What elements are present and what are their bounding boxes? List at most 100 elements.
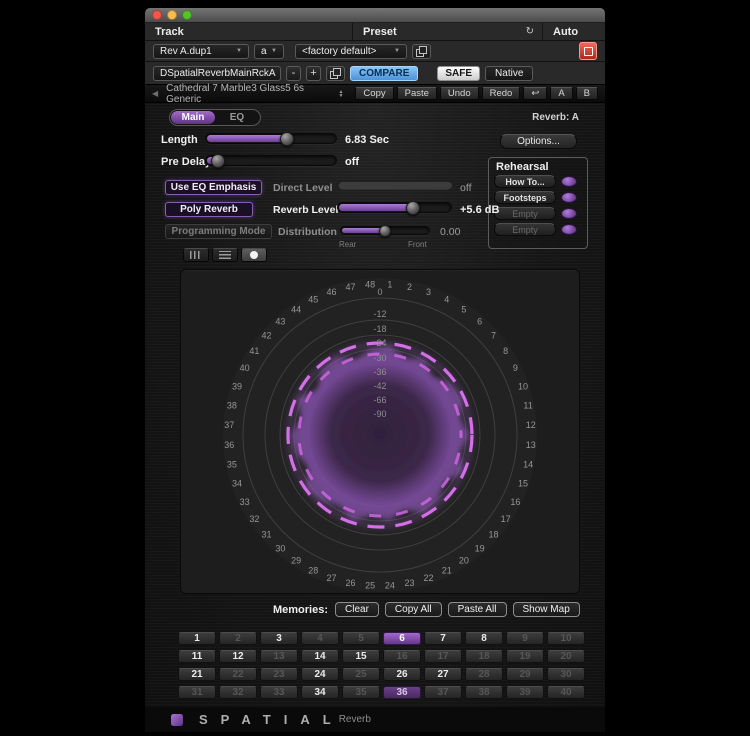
undo-button[interactable]: Undo <box>440 87 479 100</box>
memory-slot-2[interactable]: 2 <box>219 632 257 645</box>
playlist-selector[interactable]: a ▼ <box>254 44 284 59</box>
memory-slot-27[interactable]: 27 <box>424 668 462 681</box>
clear-button[interactable]: Clear <box>335 602 379 617</box>
preset-selector[interactable]: <factory default> ▼ <box>295 44 407 59</box>
close-button[interactable] <box>152 10 162 20</box>
paste-all-button[interactable]: Paste All <box>448 602 507 617</box>
memory-slot-38[interactable]: 38 <box>465 686 503 699</box>
rehearsal-item-4-button[interactable]: Empty <box>494 223 556 236</box>
direct-level-slider[interactable] <box>337 180 452 191</box>
reverb-level-slider[interactable] <box>337 202 452 213</box>
zoom-button[interactable] <box>182 10 192 20</box>
current-setting-name[interactable]: Cathedral 7 Marble3 Glass5 6s Generic <box>166 83 327 105</box>
memory-slot-39[interactable]: 39 <box>506 686 544 699</box>
memory-slot-12[interactable]: 12 <box>219 650 257 663</box>
reverb-level-slider-knob[interactable] <box>406 201 420 215</box>
memory-slot-16[interactable]: 16 <box>383 650 421 663</box>
memory-slot-15[interactable]: 15 <box>342 650 380 663</box>
memory-slot-20[interactable]: 20 <box>547 650 585 663</box>
slot-a-button[interactable]: A <box>550 87 572 100</box>
poly-reverb-button[interactable]: Poly Reverb <box>165 202 253 217</box>
tab-eq[interactable]: EQ <box>215 111 259 124</box>
pre-delay-slider-knob[interactable] <box>211 154 225 168</box>
memory-slot-1[interactable]: 1 <box>178 632 216 645</box>
memory-slot-21[interactable]: 21 <box>178 668 216 681</box>
memory-slot-11[interactable]: 11 <box>178 650 216 663</box>
memory-slot-33[interactable]: 33 <box>260 686 298 699</box>
copy-all-button[interactable]: Copy All <box>385 602 442 617</box>
rehearsal-item-3-button[interactable]: Empty <box>494 207 556 220</box>
speaker-icon[interactable] <box>561 192 577 203</box>
memory-slot-9[interactable]: 9 <box>506 632 544 645</box>
setting-spinner[interactable]: ▲▼ <box>338 90 343 98</box>
memory-slot-36[interactable]: 36 <box>383 686 421 699</box>
view-mode-circle-button[interactable] <box>241 248 267 262</box>
memory-slot-13[interactable]: 13 <box>260 650 298 663</box>
radar-display[interactable]: 0-12-18-24-30-36-42-66-90 12345678910111… <box>181 270 579 593</box>
length-slider[interactable] <box>205 133 337 144</box>
tab-main[interactable]: Main <box>171 111 215 124</box>
memory-slot-22[interactable]: 22 <box>219 668 257 681</box>
distribution-slider-knob[interactable] <box>379 225 391 237</box>
plugin-selector[interactable]: DSpatialReverbMainRckA ▼ <box>153 66 281 81</box>
memory-slot-30[interactable]: 30 <box>547 668 585 681</box>
preset-increment-button[interactable]: + <box>306 66 321 81</box>
safe-button[interactable]: SAFE <box>437 66 480 81</box>
memory-slot-34[interactable]: 34 <box>301 686 339 699</box>
memory-slot-37[interactable]: 37 <box>424 686 462 699</box>
speaker-icon[interactable] <box>561 176 577 187</box>
speaker-icon[interactable] <box>561 224 577 235</box>
memory-slot-28[interactable]: 28 <box>465 668 503 681</box>
memory-slot-31[interactable]: 31 <box>178 686 216 699</box>
memory-slot-29[interactable]: 29 <box>506 668 544 681</box>
preset-decrement-button[interactable]: - <box>286 66 301 81</box>
memory-slot-25[interactable]: 25 <box>342 668 380 681</box>
track-label: Track <box>155 26 184 38</box>
length-slider-knob[interactable] <box>280 132 294 146</box>
paste-button[interactable]: Paste <box>397 87 437 100</box>
memory-slot-35[interactable]: 35 <box>342 686 380 699</box>
compare-button[interactable]: COMPARE <box>350 66 418 81</box>
window-titlebar[interactable] <box>145 8 605 23</box>
preset-save-button[interactable] <box>326 66 345 81</box>
spinner-down-icon[interactable]: ▼ <box>338 94 343 98</box>
memory-slot-17[interactable]: 17 <box>424 650 462 663</box>
show-map-button[interactable]: Show Map <box>513 602 580 617</box>
memory-slot-8[interactable]: 8 <box>465 632 503 645</box>
memory-slot-19[interactable]: 19 <box>506 650 544 663</box>
memory-slot-6[interactable]: 6 <box>383 632 421 645</box>
use-eq-emphasis-button[interactable]: Use EQ Emphasis <box>165 180 262 195</box>
distribution-slider[interactable] <box>340 226 430 235</box>
collapse-triangle-icon[interactable]: ◀ <box>152 89 158 98</box>
copy-ab-button[interactable]: ↩ <box>523 87 547 100</box>
memory-slot-3[interactable]: 3 <box>260 632 298 645</box>
processing-mode-selector[interactable]: Native <box>485 66 533 81</box>
minimize-button[interactable] <box>167 10 177 20</box>
redo-button[interactable]: Redo <box>482 87 521 100</box>
copy-button[interactable]: Copy <box>355 87 393 100</box>
pre-delay-slider[interactable] <box>205 155 337 166</box>
view-mode-lines-button[interactable] <box>212 248 238 262</box>
view-mode-bars-button[interactable] <box>183 248 209 262</box>
speaker-icon[interactable] <box>561 208 577 219</box>
slot-b-button[interactable]: B <box>576 87 598 100</box>
memory-slot-7[interactable]: 7 <box>424 632 462 645</box>
options-button[interactable]: Options... <box>500 134 577 149</box>
memory-slot-5[interactable]: 5 <box>342 632 380 645</box>
automation-enable-button[interactable] <box>579 42 597 60</box>
memory-slot-18[interactable]: 18 <box>465 650 503 663</box>
programming-mode-button[interactable]: Programming Mode <box>165 224 272 239</box>
librarian-button[interactable] <box>412 44 431 59</box>
memory-slot-4[interactable]: 4 <box>301 632 339 645</box>
memory-slot-14[interactable]: 14 <box>301 650 339 663</box>
memory-slot-23[interactable]: 23 <box>260 668 298 681</box>
memory-slot-32[interactable]: 32 <box>219 686 257 699</box>
rehearsal-item-1-button[interactable]: How To... <box>494 175 556 188</box>
memory-slot-40[interactable]: 40 <box>547 686 585 699</box>
rehearsal-item-2-button[interactable]: Footsteps <box>494 191 556 204</box>
memory-slot-24[interactable]: 24 <box>301 668 339 681</box>
track-selector[interactable]: Rev A.dup1 ▼ <box>153 44 249 59</box>
memory-slot-26[interactable]: 26 <box>383 668 421 681</box>
preset-cycle-icon[interactable]: ↻ <box>526 27 534 37</box>
memory-slot-10[interactable]: 10 <box>547 632 585 645</box>
